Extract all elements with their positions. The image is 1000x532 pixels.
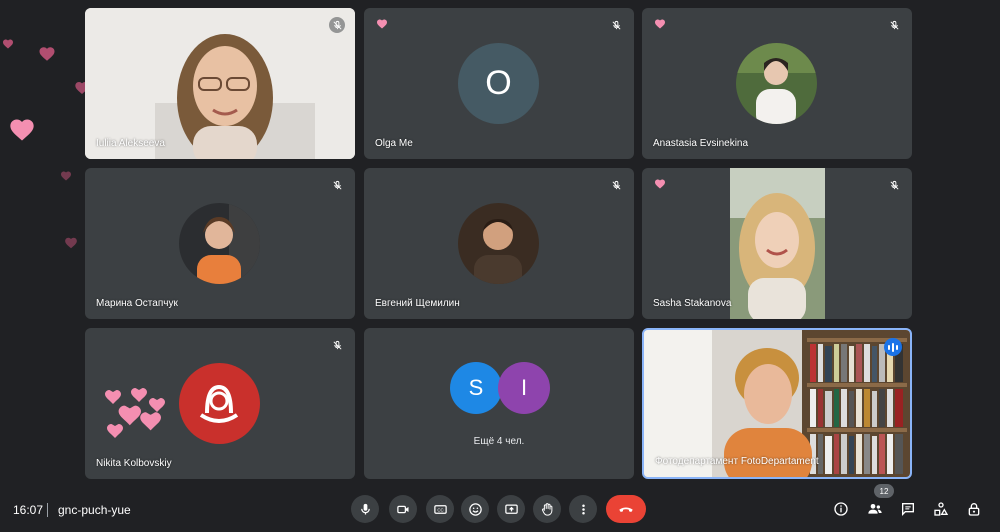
participants-count-badge: 12 <box>874 484 894 498</box>
captions-button[interactable]: CC <box>426 495 454 523</box>
heart-reaction-icon <box>3 39 13 49</box>
muted-mic-icon <box>608 17 624 33</box>
muted-mic-icon <box>886 177 902 193</box>
present-icon <box>504 504 518 514</box>
divider <box>47 503 48 517</box>
meeting-code: gnc-puch-yue <box>58 503 131 517</box>
participant-tile[interactable]: Фотодепартамент FotoDepartament <box>642 328 912 479</box>
people-button[interactable] <box>864 498 886 520</box>
muted-mic-icon <box>886 17 902 33</box>
raise-hand-button[interactable] <box>533 495 561 523</box>
participant-video <box>85 8 355 159</box>
avatar <box>736 43 817 124</box>
chat-button[interactable] <box>897 498 919 520</box>
clock: 16:07 <box>13 503 44 517</box>
heart-reaction-icon <box>65 237 77 249</box>
participant-name: Фотодепартамент FotoDepartament <box>655 456 819 467</box>
avatar: O <box>458 43 539 124</box>
speaking-indicator-icon <box>884 338 902 356</box>
raise-hand-icon <box>541 502 552 516</box>
other-participants-tile[interactable]: S I Ещё 4 чел. <box>364 328 634 479</box>
heart-icon <box>655 19 665 29</box>
participant-tile[interactable]: Nikita Kolbovskiy <box>85 328 355 479</box>
participant-name: Iuliia Alekseeva <box>96 138 165 149</box>
participant-name: Марина Остапчук <box>96 298 178 309</box>
host-controls-button[interactable] <box>963 498 985 520</box>
mic-button[interactable] <box>351 495 379 523</box>
meeting-stage: Iuliia Alekseeva O Olga Me Anastasia Evs… <box>0 0 1000 490</box>
muted-mic-icon <box>329 337 345 353</box>
info-icon <box>834 502 848 516</box>
participant-tile[interactable]: Iuliia Alekseeva <box>85 8 355 159</box>
heart-reaction-icon <box>61 171 71 181</box>
host-controls-icon <box>968 503 980 516</box>
participant-tile[interactable]: O Olga Me <box>364 8 634 159</box>
avatar <box>179 203 260 284</box>
camera-button[interactable] <box>389 495 417 523</box>
more-icon <box>581 504 585 514</box>
participant-tile[interactable]: Anastasia Evsinekina <box>642 8 912 159</box>
muted-mic-icon <box>329 177 345 193</box>
avatar-initial: I <box>520 375 528 400</box>
participant-tile[interactable]: Марина Остапчук <box>85 168 355 319</box>
avatar: S <box>450 362 502 414</box>
emoji-icon <box>468 502 482 516</box>
heart-reaction-icon <box>10 119 34 141</box>
participant-tile[interactable]: Евгений Щемилин <box>364 168 634 319</box>
meeting-info-button[interactable] <box>830 498 852 520</box>
participant-name: Евгений Щемилин <box>375 298 460 309</box>
avatar: I <box>498 362 550 414</box>
heart-icon <box>655 179 665 189</box>
participant-video <box>730 168 825 319</box>
svg-text:CC: CC <box>437 507 443 512</box>
camera-icon <box>396 505 408 513</box>
more-participants-label: Ещё 4 чел. <box>473 436 525 447</box>
avatar-initial: S <box>468 375 484 400</box>
captions-icon: CC <box>433 504 447 514</box>
mic-icon <box>360 503 370 514</box>
emoji-button[interactable] <box>461 495 489 523</box>
activities-button[interactable] <box>930 498 952 520</box>
avatar <box>179 363 260 444</box>
avatar-initial: O <box>485 64 512 102</box>
chat-icon <box>902 503 914 516</box>
participant-name: Olga Me <box>375 138 413 149</box>
activities-icon <box>934 502 949 516</box>
heart-reaction-icon <box>39 47 55 61</box>
avatar <box>458 203 539 284</box>
hearts-reaction-icon <box>105 388 165 438</box>
muted-mic-icon <box>329 17 345 33</box>
bottom-toolbar: 16:07 gnc-puch-yue CC 12 <box>0 484 1000 532</box>
hangup-icon <box>619 507 633 512</box>
people-icon <box>868 504 882 514</box>
heart-icon <box>377 19 387 29</box>
muted-mic-icon <box>608 177 624 193</box>
participant-name: Anastasia Evsinekina <box>653 138 749 149</box>
present-button[interactable] <box>497 495 525 523</box>
participant-name: Nikita Kolbovskiy <box>96 458 172 469</box>
participant-tile[interactable]: Sasha Stakanova <box>642 168 912 319</box>
participant-name: Sasha Stakanova <box>653 298 732 309</box>
leave-call-button[interactable] <box>606 495 646 523</box>
more-options-button[interactable] <box>569 495 597 523</box>
